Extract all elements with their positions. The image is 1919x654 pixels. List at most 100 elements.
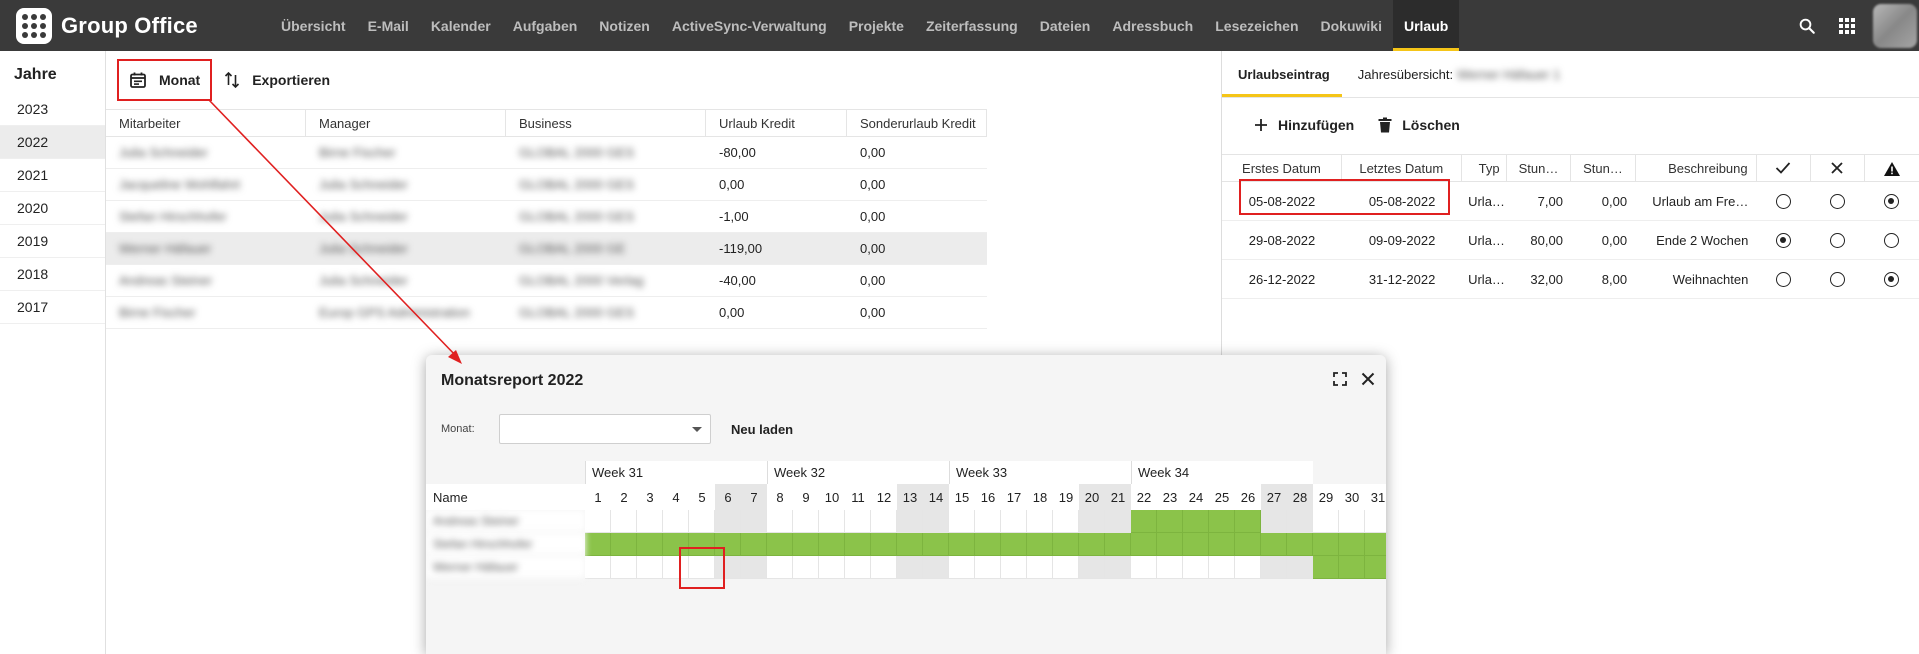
- grid-day-cell[interactable]: [1053, 533, 1079, 556]
- table-row[interactable]: Jacqueline Wohlfahrt Julia Schneider GLOBA…: [106, 169, 987, 201]
- grid-day-cell[interactable]: [975, 556, 1001, 579]
- grid-day-cell[interactable]: [689, 510, 715, 533]
- grid-day-cell[interactable]: [1183, 510, 1209, 533]
- grid-day-cell[interactable]: [871, 510, 897, 533]
- grid-day-cell[interactable]: [845, 510, 871, 533]
- grid-day-cell[interactable]: [923, 510, 949, 533]
- apps-grid-icon[interactable]: [1827, 0, 1867, 51]
- table-row[interactable]: Andreas Steiner Julia Schneider GLOBAL 200…: [106, 265, 987, 297]
- col-first-date[interactable]: Erstes Datum: [1222, 155, 1342, 181]
- search-icon[interactable]: [1787, 0, 1827, 51]
- grid-day-cell[interactable]: [767, 556, 793, 579]
- grid-day-cell[interactable]: [1183, 556, 1209, 579]
- grid-day-cell[interactable]: [897, 510, 923, 533]
- grid-day-cell[interactable]: [793, 510, 819, 533]
- dialog-close-icon[interactable]: [1360, 371, 1376, 392]
- close-icon[interactable]: [1811, 155, 1865, 181]
- grid-day-cell[interactable]: [611, 510, 637, 533]
- grid-day-cell[interactable]: [1339, 510, 1365, 533]
- grid-day-cell[interactable]: [1027, 533, 1053, 556]
- check-icon[interactable]: [1757, 155, 1811, 181]
- grid-day-cell[interactable]: [585, 556, 611, 579]
- grid-day-cell[interactable]: [1339, 556, 1365, 579]
- vacation-row[interactable]: 26-12-2022 31-12-2022 Urla… 32,00 8,00 Weihna…: [1222, 260, 1919, 299]
- grid-day-cell[interactable]: [949, 533, 975, 556]
- grid-day-cell[interactable]: [1001, 533, 1027, 556]
- nav-item-kalender[interactable]: Kalender: [420, 0, 502, 51]
- grid-day-cell[interactable]: [741, 510, 767, 533]
- grid-day-cell[interactable]: [819, 533, 845, 556]
- nav-item-adressbuch[interactable]: Adressbuch: [1101, 0, 1204, 51]
- grid-day-cell[interactable]: [871, 556, 897, 579]
- year-item-2019[interactable]: 2019: [0, 225, 105, 258]
- status-approved-radio[interactable]: [1775, 232, 1791, 248]
- export-button[interactable]: Exportieren: [212, 59, 342, 101]
- grid-day-cell[interactable]: [1001, 556, 1027, 579]
- grid-day-cell[interactable]: [585, 510, 611, 533]
- status-rejected-radio[interactable]: [1830, 193, 1846, 209]
- grid-day-cell[interactable]: [819, 556, 845, 579]
- grid-day-cell[interactable]: [767, 533, 793, 556]
- grid-day-cell[interactable]: [1209, 510, 1235, 533]
- grid-day-cell[interactable]: [1131, 510, 1157, 533]
- grid-day-cell[interactable]: [741, 533, 767, 556]
- grid-day-cell[interactable]: [715, 533, 741, 556]
- grid-day-cell[interactable]: [1001, 510, 1027, 533]
- grid-day-cell[interactable]: [741, 556, 767, 579]
- grid-day-cell[interactable]: [949, 510, 975, 533]
- nav-item-zeiterfassung[interactable]: Zeiterfassung: [915, 0, 1029, 51]
- grid-day-cell[interactable]: [663, 510, 689, 533]
- grid-day-cell[interactable]: [1209, 533, 1235, 556]
- tab-vacation-entry[interactable]: Urlaubseintrag: [1222, 51, 1342, 97]
- nav-item-lesezeichen[interactable]: Lesezeichen: [1204, 0, 1309, 51]
- tab-year-overview[interactable]: Jahresübersicht: Werner Häfauer 1: [1342, 51, 1568, 97]
- year-item-2023[interactable]: 2023: [0, 93, 105, 126]
- grid-day-cell[interactable]: [1157, 556, 1183, 579]
- grid-day-cell[interactable]: [1105, 510, 1131, 533]
- year-item-2022[interactable]: 2022: [0, 126, 105, 159]
- grid-day-cell[interactable]: [1235, 556, 1261, 579]
- grid-day-cell[interactable]: [663, 556, 689, 579]
- grid-day-cell[interactable]: [845, 533, 871, 556]
- grid-day-cell[interactable]: [689, 556, 715, 579]
- grid-day-cell[interactable]: [611, 556, 637, 579]
- grid-day-cell[interactable]: [1261, 556, 1287, 579]
- grid-day-cell[interactable]: [1053, 556, 1079, 579]
- grid-day-cell[interactable]: [1365, 556, 1386, 579]
- grid-day-cell[interactable]: [1365, 510, 1386, 533]
- status-approved-radio[interactable]: [1775, 271, 1791, 287]
- column-header[interactable]: Urlaub Kredit: [706, 110, 847, 136]
- grid-day-cell[interactable]: [1287, 533, 1313, 556]
- nav-item-e-mail[interactable]: E-Mail: [357, 0, 420, 51]
- grid-day-cell[interactable]: [1027, 510, 1053, 533]
- grid-day-cell[interactable]: [1339, 533, 1365, 556]
- nav-item-dokuwiki[interactable]: Dokuwiki: [1310, 0, 1393, 51]
- status-warning-radio[interactable]: [1884, 271, 1900, 287]
- grid-day-cell[interactable]: [1105, 533, 1131, 556]
- year-item-2021[interactable]: 2021: [0, 159, 105, 192]
- grid-day-cell[interactable]: [1131, 556, 1157, 579]
- year-item-2017[interactable]: 2017: [0, 291, 105, 324]
- grid-day-cell[interactable]: [845, 556, 871, 579]
- nav-item-projekte[interactable]: Projekte: [838, 0, 915, 51]
- vacation-row[interactable]: 29-08-2022 09-09-2022 Urla… 80,00 0,00 Ende 2…: [1222, 221, 1919, 260]
- grid-day-cell[interactable]: [1079, 533, 1105, 556]
- grid-day-cell[interactable]: [715, 510, 741, 533]
- grid-day-cell[interactable]: [637, 533, 663, 556]
- grid-day-cell[interactable]: [897, 533, 923, 556]
- grid-day-cell[interactable]: [1183, 533, 1209, 556]
- grid-day-cell[interactable]: [767, 510, 793, 533]
- grid-day-cell[interactable]: [975, 510, 1001, 533]
- col-hours[interactable]: Stun…: [1507, 155, 1572, 181]
- col-description[interactable]: Beschreibung: [1636, 155, 1757, 181]
- year-item-2018[interactable]: 2018: [0, 258, 105, 291]
- col-last-date[interactable]: Letztes Datum: [1342, 155, 1462, 181]
- grid-day-cell[interactable]: [1365, 533, 1386, 556]
- grid-day-cell[interactable]: [949, 556, 975, 579]
- reload-button[interactable]: Neu laden: [731, 422, 793, 437]
- month-select[interactable]: [499, 414, 711, 444]
- column-header[interactable]: Manager: [306, 110, 506, 136]
- status-rejected-radio[interactable]: [1830, 271, 1846, 287]
- grid-day-cell[interactable]: [1313, 533, 1339, 556]
- vacation-row[interactable]: 05-08-2022 05-08-2022 Urla… 7,00 0,00 Urlaub …: [1222, 182, 1919, 221]
